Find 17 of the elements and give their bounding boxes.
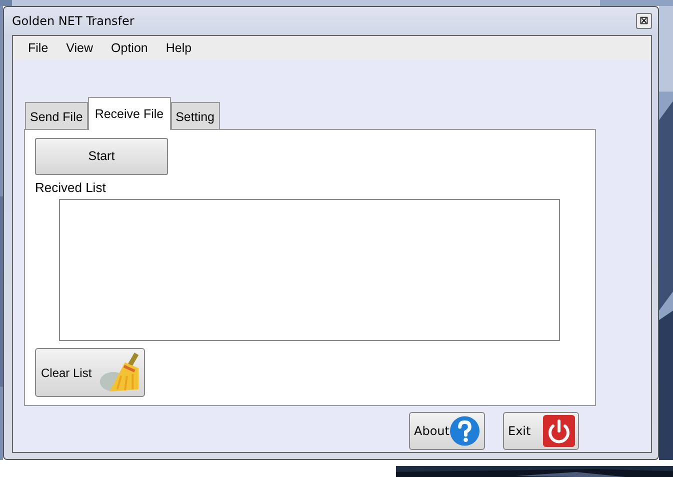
start-button[interactable]: Start xyxy=(35,138,168,175)
tab[interactable]: Setting xyxy=(170,102,220,130)
menu-item[interactable]: File xyxy=(19,41,58,55)
clear-list-button[interactable]: Clear List xyxy=(35,348,145,397)
about-button[interactable]: About xyxy=(409,412,485,450)
menu-item[interactable]: Help xyxy=(156,41,201,55)
question-icon xyxy=(449,415,481,447)
menu-item[interactable]: Option xyxy=(102,41,157,55)
received-list[interactable] xyxy=(59,198,560,342)
exit-button[interactable]: Exit xyxy=(503,412,579,450)
tab[interactable]: Receive File xyxy=(88,97,171,130)
menu-item[interactable]: View xyxy=(57,41,102,55)
list-label: Recived List xyxy=(35,180,106,195)
power-icon xyxy=(543,415,575,447)
tab[interactable]: Send File xyxy=(25,102,88,130)
window-title: Golden NET Transfer xyxy=(12,14,134,28)
close-button[interactable]: ⊠ xyxy=(636,13,652,29)
